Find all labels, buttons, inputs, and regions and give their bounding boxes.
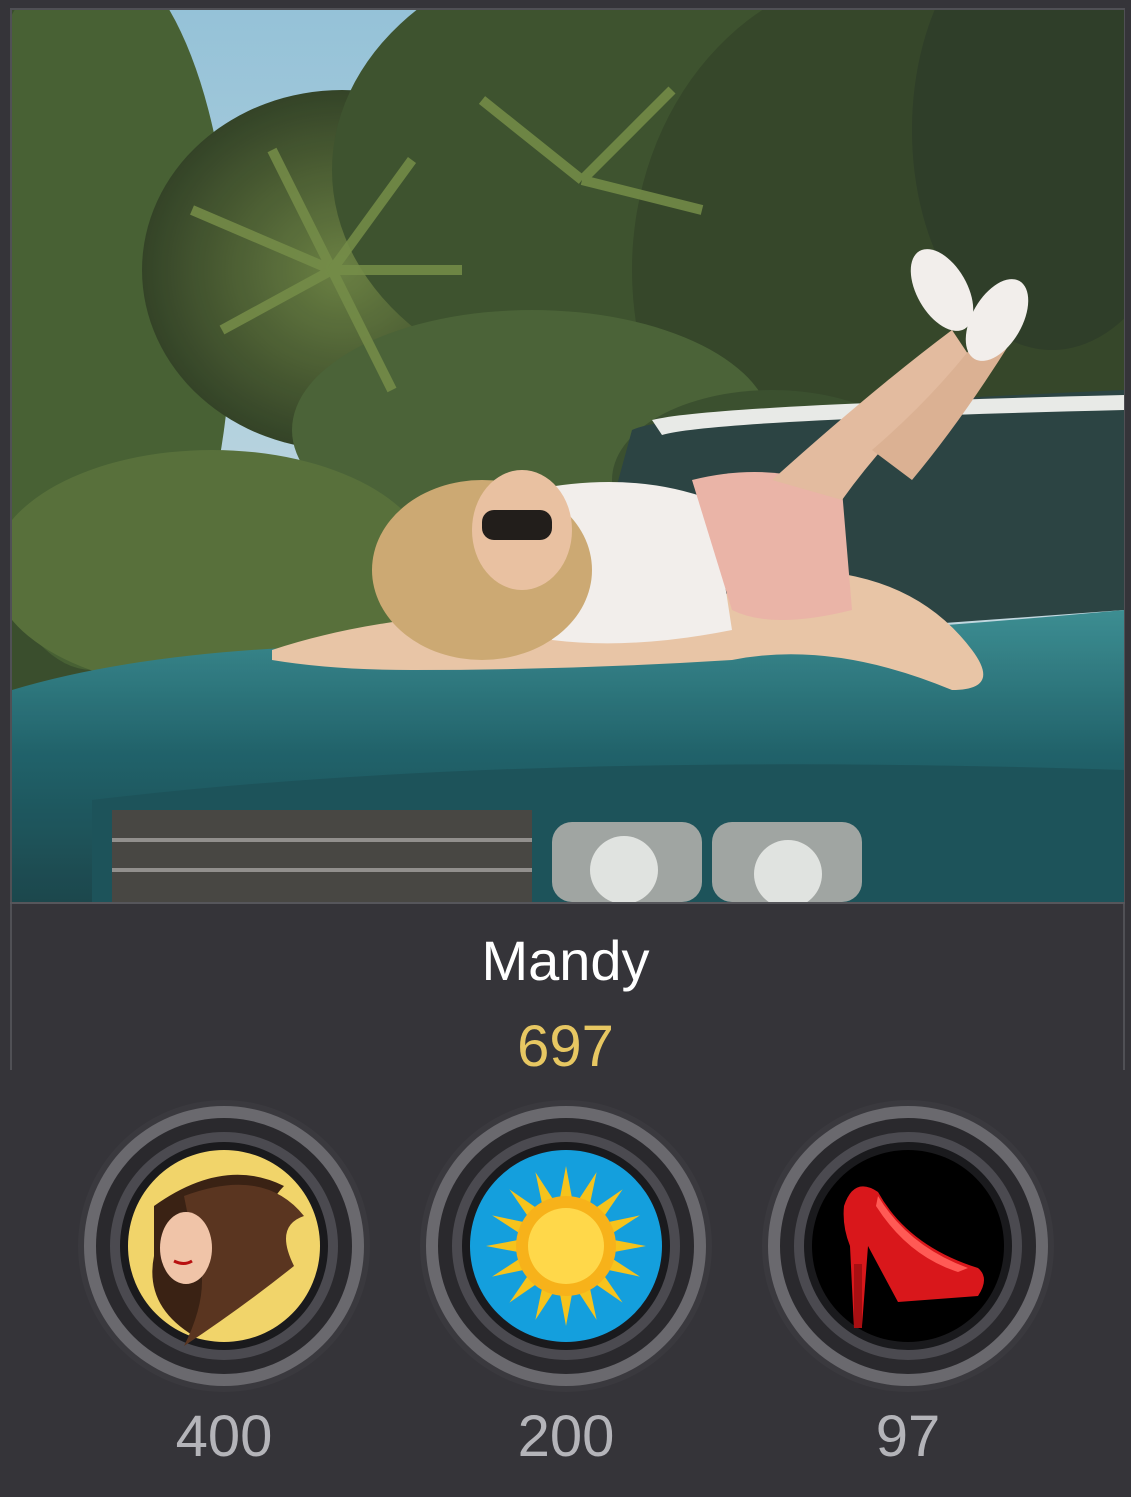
profile-card: Mandy 697 400 200 97	[0, 0, 1131, 1497]
badge-shoe[interactable]	[758, 1096, 1058, 1396]
photo-divider	[10, 902, 1125, 904]
badge-shoe-value: 97	[875, 1404, 941, 1469]
badge-hair[interactable]	[74, 1096, 374, 1396]
profile-photo-image	[12, 10, 1124, 902]
profile-photo[interactable]	[12, 10, 1124, 902]
sun-icon	[486, 1166, 646, 1326]
profile-name: Mandy	[481, 929, 650, 992]
badge-sun-value: 200	[517, 1404, 615, 1469]
badge-hair-value: 400	[175, 1404, 273, 1469]
badge-sun[interactable]	[416, 1096, 716, 1396]
profile-score: 697	[517, 1014, 614, 1079]
